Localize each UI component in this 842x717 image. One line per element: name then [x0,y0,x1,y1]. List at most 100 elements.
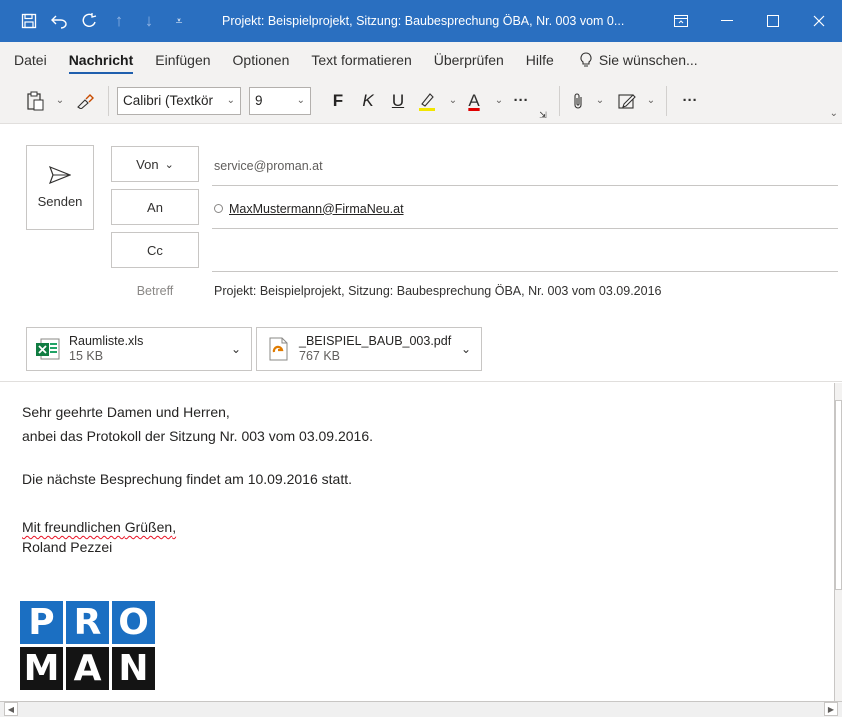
highlight-dropdown-chevron-icon[interactable]: ⌄ [445,86,461,116]
attachment-card[interactable]: Raumliste.xls 15 KB ⌄ [26,327,252,371]
down-arrow-icon[interactable]: ↓ [134,0,164,42]
recipient-email: MaxMustermann@FirmaNeu.at [229,201,404,216]
signature-name[interactable]: Roland Pezzei [22,539,112,555]
signature-dropdown-chevron-icon[interactable]: ⌄ [644,86,658,116]
presence-icon [214,204,223,213]
body-line[interactable]: Die nächste Besprechung findet am 10.09.… [22,471,352,487]
closing-comma: , [172,519,177,535]
from-button[interactable]: Von ⌄ [111,146,199,182]
attach-dropdown-chevron-icon[interactable]: ⌄ [592,86,608,116]
undo-icon[interactable] [44,0,74,42]
subject-label: Betreff [136,284,174,298]
body-divider [0,381,842,382]
scroll-left-icon[interactable]: ◀ [4,702,18,716]
font-size-value: 9 [255,93,263,108]
cc-field[interactable] [212,232,838,272]
logo-letter: O [112,601,155,644]
logo-letter: P [20,601,63,644]
body-line[interactable]: anbei das Protokoll der Sitzung Nr. 003 … [22,428,373,444]
font-name-select[interactable]: Calibri (Textkör ⌄ [117,86,241,115]
ribbon-toolbar: ⌄ Calibri (Textkör ⌄ 9 ⌄ F K U ⌄ A ⌄ ···… [0,78,842,124]
from-label: Von [136,156,159,172]
bold-button[interactable]: F [323,86,353,116]
title-bar: ↑ ↓ ⩡ Projekt: Beispielprojekt, Sitzung:… [0,0,842,42]
save-icon[interactable] [14,0,44,42]
tab-hilfe[interactable]: Hilfe [515,42,565,78]
tab-datei[interactable]: Datei [0,42,58,78]
maximize-button[interactable] [750,0,796,42]
horizontal-scrollbar[interactable] [0,701,842,717]
chevron-down-icon[interactable]: ⌄ [231,342,241,356]
body-closing[interactable]: Mit freundlichen Grüßen, [22,519,176,535]
clipboard-icon [27,91,44,110]
up-arrow-icon[interactable]: ↑ [104,0,134,42]
tab-ueberpruefen[interactable]: Überprüfen [423,42,515,78]
window-title: Projekt: Beispielprojekt, Sitzung: Baube… [222,14,625,28]
chevron-down-icon: ⌄ [226,95,235,106]
customize-toolbar-icon[interactable]: ⩡ [164,0,194,42]
minimize-button[interactable] [704,0,750,42]
highlighter-icon [419,92,435,111]
font-name-value: Calibri (Textkör [123,93,214,108]
to-label: An [147,199,163,215]
attach-file-icon[interactable] [568,86,588,116]
format-painter-icon[interactable] [70,86,100,116]
chevron-down-icon: ⌄ [164,158,174,171]
attachment-size: 15 KB [69,349,104,363]
underline-button[interactable]: U [383,86,413,116]
to-button[interactable]: An [111,189,199,225]
toolbar-separator [666,85,667,116]
tab-einfuegen[interactable]: Einfügen [144,42,221,78]
logo-letter: A [66,647,109,690]
body-line[interactable]: Sehr geehrte Damen und Herren, [22,404,230,420]
chevron-down-icon: ⌄ [296,95,305,106]
more-commands-button[interactable]: ··· [675,86,705,116]
attachment-card[interactable]: _BEISPIEL_BAUB_003.pdf 767 KB ⌄ [256,327,482,371]
tab-text-formatieren[interactable]: Text formatieren [300,42,422,78]
cc-button[interactable]: Cc [111,232,199,268]
tell-me-label: Sie wünschen... [598,52,698,68]
redo-icon[interactable] [74,0,104,42]
logo-letter: R [66,601,109,644]
logo-letter: N [112,647,155,690]
paste-dropdown-chevron-icon[interactable]: ⌄ [50,86,70,116]
ribbon-tabs: Datei Nachricht Einfügen Optionen Text f… [0,42,842,78]
logo-letter: M [20,647,63,690]
proman-logo: P R O M A N [20,601,156,690]
chevron-down-icon[interactable]: ⌄ [461,342,471,356]
close-button[interactable] [796,0,842,42]
italic-button[interactable]: K [353,86,383,116]
recipient-chip[interactable]: MaxMustermann@FirmaNeu.at [214,202,404,216]
excel-file-icon [36,338,60,360]
scroll-right-icon[interactable]: ▶ [824,702,838,716]
attachment-name: Raumliste.xls [69,334,144,348]
from-value: service@proman.at [214,158,323,173]
lightbulb-icon [580,52,592,67]
expand-ribbon-chevron-icon[interactable]: ⌄ [830,108,838,119]
send-icon [49,166,71,184]
tell-me-search[interactable]: Sie wünschen... [579,52,698,68]
tab-nachricht[interactable]: Nachricht [58,42,145,78]
pdf-file-icon [269,337,288,361]
font-color-letter: A [468,90,480,110]
font-size-select[interactable]: 9 ⌄ [249,86,311,115]
more-format-button[interactable]: ··· [507,86,535,116]
closing-text: Mit freundlichen [22,519,125,535]
attachment-name: _BEISPIEL_BAUB_003.pdf [299,334,452,348]
subject-input[interactable]: Projekt: Beispielprojekt, Sitzung: Baube… [214,284,662,298]
paste-button[interactable] [24,86,46,116]
dialog-launcher-icon[interactable]: ⇲ [535,107,551,123]
to-field[interactable]: MaxMustermann@FirmaNeu.at [212,189,838,229]
ribbon-display-icon[interactable] [658,0,704,42]
font-color-dropdown-chevron-icon[interactable]: ⌄ [491,86,507,116]
send-button[interactable]: Senden [26,145,94,230]
tab-optionen[interactable]: Optionen [222,42,301,78]
highlight-color-button[interactable] [413,86,441,116]
spellcheck-word: Grüßen [124,519,173,535]
font-color-button[interactable]: A [461,86,487,116]
send-label: Senden [37,194,83,209]
signature-icon[interactable] [614,86,640,116]
cc-label: Cc [147,242,163,258]
scrollbar-thumb[interactable] [835,400,842,590]
toolbar-separator [559,85,560,116]
